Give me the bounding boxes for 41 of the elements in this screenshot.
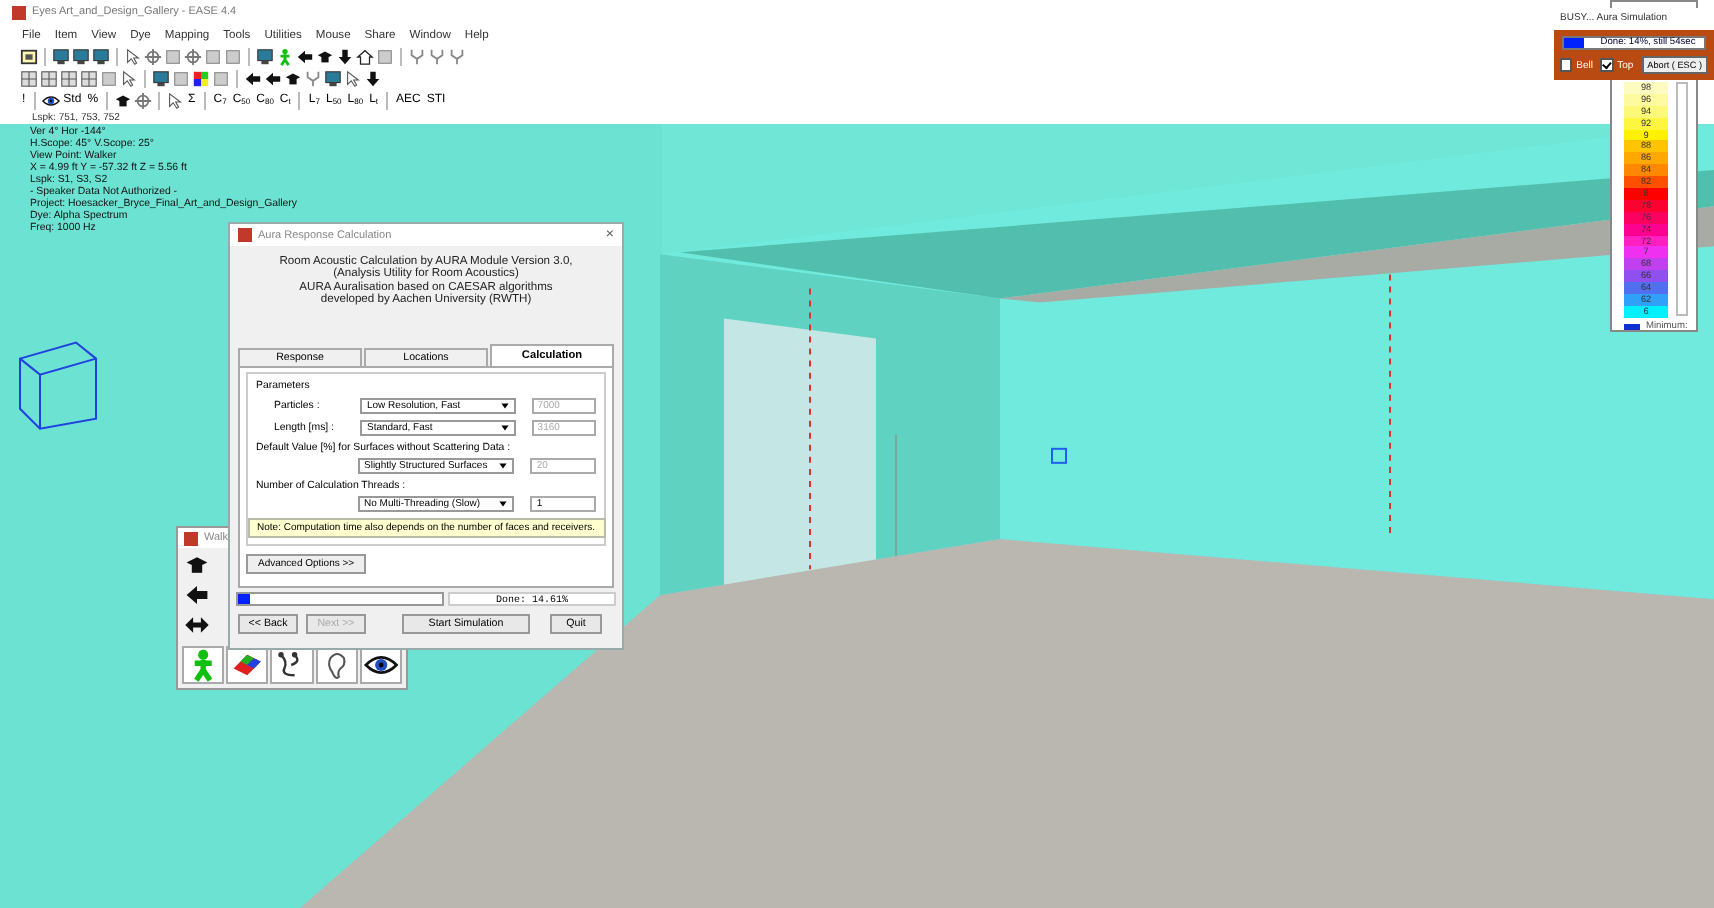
minimum-marker bbox=[1624, 323, 1640, 330]
crosshair-icon[interactable] bbox=[184, 48, 202, 66]
eye-icon[interactable] bbox=[41, 92, 60, 110]
monitor-icon[interactable] bbox=[52, 48, 70, 66]
window-icon[interactable] bbox=[20, 48, 38, 66]
grid-icon[interactable] bbox=[80, 70, 98, 88]
checkbox[interactable] bbox=[1600, 58, 1614, 72]
grid-icon[interactable] bbox=[20, 70, 38, 88]
app-icon bbox=[184, 531, 198, 545]
cursor-icon[interactable] bbox=[166, 92, 185, 110]
fork-icon[interactable] bbox=[408, 48, 426, 66]
wireframe-cube bbox=[19, 341, 97, 430]
eraser-icon[interactable] bbox=[226, 646, 269, 684]
grid-icon[interactable] bbox=[40, 70, 58, 88]
dropdown-arrow-icon bbox=[496, 460, 511, 472]
crosshair-icon[interactable] bbox=[134, 92, 153, 110]
fork-icon[interactable] bbox=[448, 48, 466, 66]
scrollbar[interactable] bbox=[1676, 82, 1688, 316]
monitor-icon[interactable] bbox=[92, 48, 110, 66]
monitor-icon[interactable] bbox=[256, 48, 274, 66]
ear-icon[interactable] bbox=[315, 646, 358, 684]
house-icon[interactable] bbox=[356, 48, 374, 66]
crosshair-icon[interactable] bbox=[144, 48, 162, 66]
palette-icon[interactable] bbox=[192, 70, 210, 88]
monitor-icon[interactable] bbox=[152, 70, 170, 88]
double-arrow-icon[interactable] bbox=[184, 612, 210, 638]
cap-icon[interactable] bbox=[114, 92, 133, 110]
checkbox[interactable] bbox=[1560, 58, 1573, 72]
app-icon bbox=[12, 5, 26, 19]
monitor-icon[interactable] bbox=[72, 48, 90, 66]
cap-icon[interactable] bbox=[316, 48, 334, 66]
grid-icon[interactable] bbox=[60, 70, 78, 88]
cap-icon[interactable] bbox=[184, 552, 210, 578]
cap-icon[interactable] bbox=[284, 70, 302, 88]
fork-icon[interactable] bbox=[428, 48, 446, 66]
app-icon bbox=[238, 228, 252, 242]
cursor-icon[interactable] bbox=[344, 70, 362, 88]
monitor-icon[interactable] bbox=[324, 70, 342, 88]
receiver-marker bbox=[1051, 447, 1067, 464]
left-arrow-icon[interactable] bbox=[184, 582, 210, 608]
dropdown-arrow-icon bbox=[496, 498, 511, 510]
